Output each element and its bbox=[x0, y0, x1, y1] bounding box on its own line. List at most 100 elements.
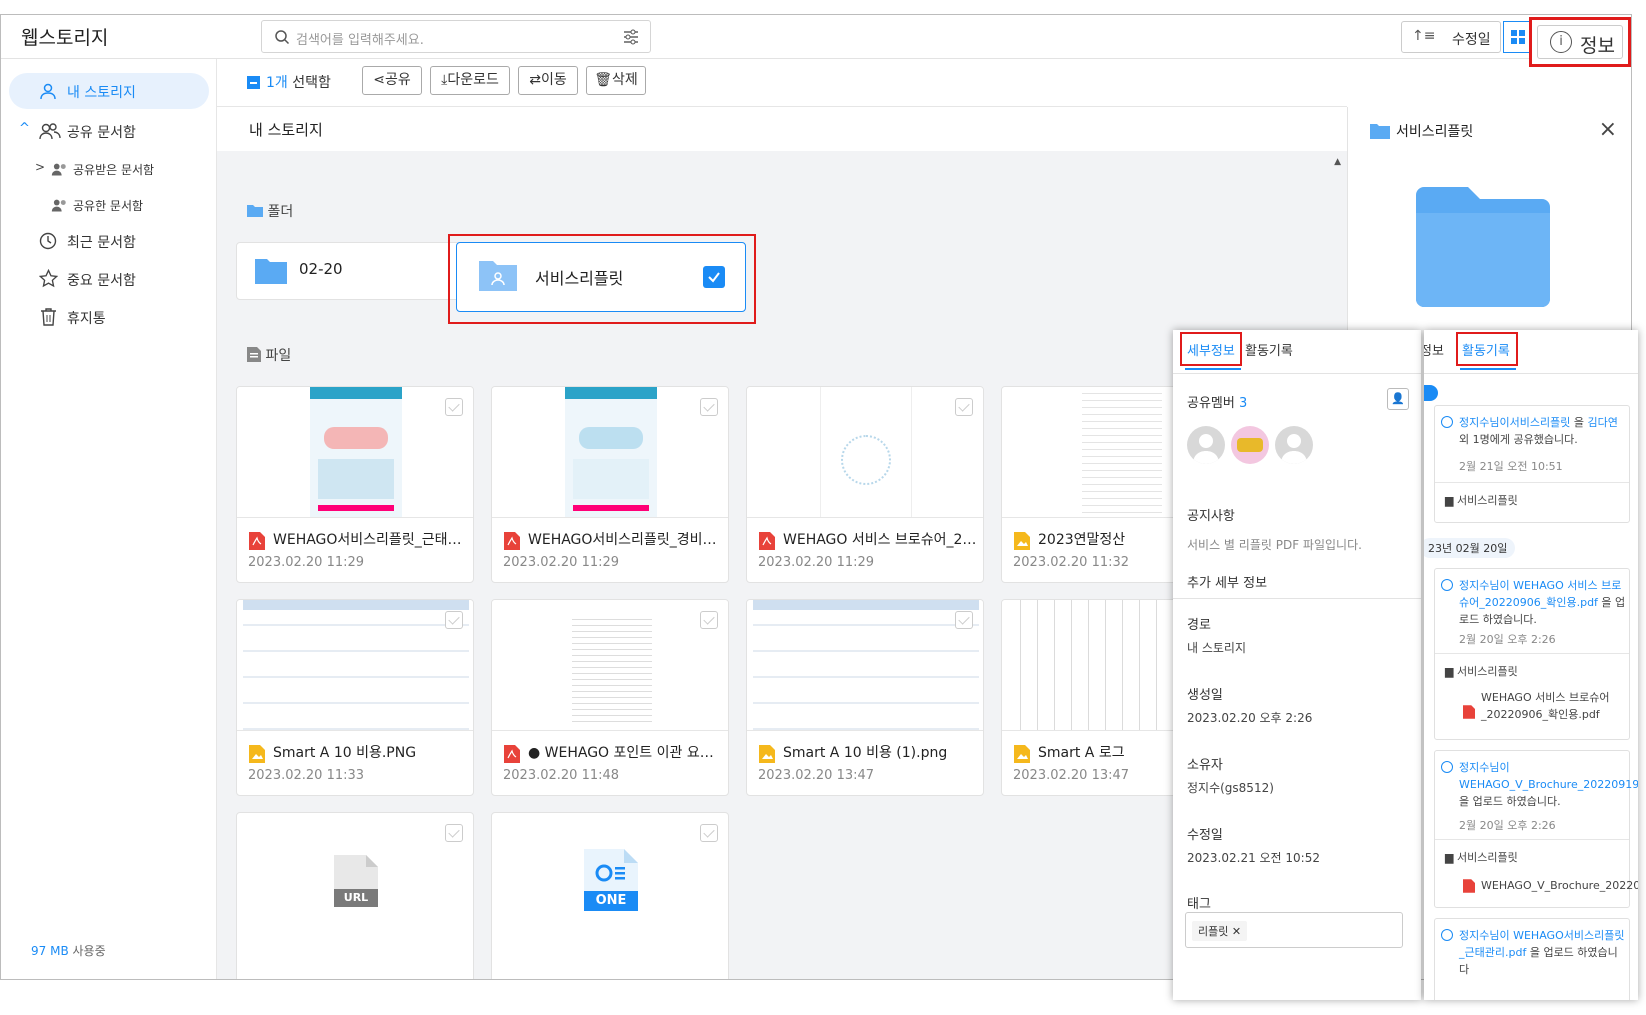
file-name: Smart A 10 비용.PNG bbox=[273, 745, 417, 761]
active-tab-indicator bbox=[1460, 368, 1516, 370]
detail-info-popup: 세부정보 활동기록 공유멤버 3 👤 공지사항 서비스 별 리플릿 PDF 파일… bbox=[1173, 330, 1421, 1000]
activity-text: 정지수님이 WEHAGO_V_Brochure_20220919_2.pdf 을… bbox=[1459, 759, 1638, 810]
tab-activity[interactable]: 활동기록 bbox=[1462, 340, 1510, 359]
activity-user[interactable]: 정지수님이 bbox=[1459, 416, 1510, 429]
tab-detail-partial[interactable]: 정보 bbox=[1424, 340, 1444, 359]
activity-user[interactable]: 정지수님이 bbox=[1459, 929, 1510, 942]
file-card[interactable]: Smart A 10 비용 (1).png 2023.02.20 13:47 bbox=[746, 599, 984, 796]
sidebar-item-sent[interactable]: 공유한 문서함 bbox=[9, 187, 209, 223]
tag-chip: 리플릿 ✕ bbox=[1192, 921, 1248, 941]
file-date: 2023.02.20 11:48 bbox=[503, 768, 620, 783]
activity-folder-name: 서비스리플릿 bbox=[1456, 851, 1518, 864]
file-card[interactable]: ONE bbox=[491, 812, 729, 979]
pdf-icon bbox=[1463, 879, 1475, 893]
app-title: 웹스토리지 bbox=[21, 27, 109, 49]
chevron-up-icon[interactable]: ^ bbox=[19, 121, 30, 136]
file-card[interactable]: ● WEHAGO 포인트 이관 요청... 2023.02.20 11:48 bbox=[491, 599, 729, 796]
tab-activity[interactable]: 활동기록 bbox=[1245, 340, 1293, 359]
file-thumbnail bbox=[492, 600, 728, 731]
sidebar-item-starred[interactable]: 중요 문서함 bbox=[9, 261, 209, 297]
avatar bbox=[1275, 426, 1313, 464]
divider bbox=[1173, 598, 1421, 599]
header: 웹스토리지 검색어를 입력해주세요. ↑≡ 수정일 i 정보 bbox=[1, 15, 1631, 67]
select-all-checkbox[interactable] bbox=[247, 76, 260, 89]
breadcrumb-current: 내 스토리지 bbox=[249, 121, 323, 139]
breadcrumb: 내 스토리지 bbox=[217, 107, 1347, 151]
sort-button[interactable]: ↑≡ 수정일 bbox=[1401, 21, 1501, 53]
file-card[interactable]: WEHAGO서비스리플릿_경비관... 2023.02.20 11:29 bbox=[491, 386, 729, 583]
activity-target[interactable]: 서비스리플릿 bbox=[1510, 416, 1571, 429]
file-checkbox[interactable] bbox=[700, 824, 718, 842]
active-tab-indicator bbox=[1185, 368, 1241, 370]
search-box[interactable]: 검색어를 입력해주세요. bbox=[261, 20, 651, 53]
share-button[interactable]: ⋖공유 bbox=[362, 66, 422, 95]
activity-user[interactable]: 정지수님이 bbox=[1459, 579, 1510, 592]
scroll-up-icon[interactable]: ▲ bbox=[1334, 157, 1341, 167]
folder-card-selected[interactable]: 서비스리플릿 bbox=[456, 242, 746, 312]
tab-detail[interactable]: 세부정보 bbox=[1187, 340, 1235, 359]
tag-input[interactable]: 리플릿 ✕ bbox=[1185, 912, 1403, 948]
activity-entry[interactable]: 정지수님이 WEHAGO 서비스 브로슈어_20220906_확인용.pdf 을… bbox=[1434, 568, 1630, 740]
selection-count[interactable]: 1개 선택함 bbox=[247, 72, 331, 92]
upload-icon bbox=[1441, 579, 1453, 591]
chevron-right-icon[interactable]: > bbox=[35, 160, 45, 174]
pdf-icon bbox=[504, 532, 520, 550]
activity-recipient[interactable]: 김다연 bbox=[1587, 416, 1617, 429]
download-button[interactable]: ⤓다운로드 bbox=[430, 66, 510, 95]
trash-icon: 🗑 bbox=[594, 72, 612, 88]
upload-icon bbox=[1441, 929, 1453, 941]
file-checkbox[interactable] bbox=[700, 611, 718, 629]
activity-entry[interactable]: 정지수님이서비스리플릿 을 김다연 외 1명에게 공유했습니다. 2월 21일 … bbox=[1434, 405, 1630, 523]
popup-tabs: 정보 활동기록 bbox=[1424, 330, 1638, 374]
file-card[interactable]: WEHAGO 서비스 브로슈어_20... 2023.02.20 11:29 bbox=[746, 386, 984, 583]
remove-tag-icon[interactable]: ✕ bbox=[1232, 925, 1241, 938]
activity-log-popup: 정보 활동기록 정지수님이서비스리플릿 을 김다연 외 1명에게 공유했습니다.… bbox=[1424, 330, 1638, 1000]
sidebar-item-label: 최근 문서함 bbox=[67, 235, 136, 251]
activity-entry[interactable]: 정지수님이 WEHAGO_V_Brochure_20220919_2.pdf 을… bbox=[1434, 750, 1638, 908]
path-value: 내 스토리지 bbox=[1187, 641, 1247, 655]
add-member-icon[interactable]: 👤 bbox=[1387, 388, 1409, 410]
sidebar-item-label: 공유받은 문서함 bbox=[73, 163, 155, 177]
users-icon bbox=[39, 123, 61, 140]
sidebar-item-my-storage[interactable]: 내 스토리지 bbox=[9, 73, 209, 109]
sidebar-item-shared[interactable]: ^ 공유 문서함 bbox=[9, 113, 209, 149]
file-section-header: 파일 bbox=[247, 345, 291, 365]
move-button[interactable]: ⇄이동 bbox=[518, 66, 578, 95]
download-label: 다운로드 bbox=[447, 72, 499, 88]
info-button-highlight[interactable]: i 정보 bbox=[1529, 17, 1631, 67]
activity-user[interactable]: 정지수님이 bbox=[1459, 761, 1510, 774]
folder-card[interactable]: 02-20 bbox=[236, 242, 460, 300]
file-card[interactable]: URL bbox=[236, 812, 474, 979]
info-button[interactable]: i 정보 bbox=[1537, 25, 1623, 59]
sidebar-item-trash[interactable]: 휴지통 bbox=[9, 299, 209, 335]
folder-name: 02-20 bbox=[299, 260, 343, 278]
sidebar-item-label: 공유한 문서함 bbox=[73, 199, 144, 213]
file-checkbox[interactable] bbox=[445, 611, 463, 629]
activity-entry[interactable]: 정지수님이 WEHAGO서비스리플릿_근태관리.pdf 을 업로드 하였습니다 bbox=[1434, 918, 1630, 1000]
sidebar-item-received[interactable]: > 공유받은 문서함 bbox=[9, 151, 209, 187]
image-icon bbox=[1014, 532, 1030, 550]
search-placeholder: 검색어를 입력해주세요. bbox=[296, 33, 424, 48]
folder-checkbox-checked[interactable] bbox=[703, 266, 725, 288]
file-name: WEHAGO 서비스 브로슈어_20... bbox=[783, 532, 978, 548]
sidebar-item-recent[interactable]: 최근 문서함 bbox=[9, 223, 209, 259]
file-card[interactable]: Smart A 10 비용.PNG 2023.02.20 11:33 bbox=[236, 599, 474, 796]
file-checkbox[interactable] bbox=[445, 824, 463, 842]
activity-folder: ▆ 서비스리플릿 bbox=[1445, 851, 1518, 864]
sidebar: 내 스토리지 ^ 공유 문서함 > 공유받은 문서함 공유한 문서함 최근 문서… bbox=[1, 59, 217, 979]
activity-mid: 을 bbox=[1573, 416, 1584, 429]
file-thumbnail bbox=[237, 387, 473, 518]
file-checkbox[interactable] bbox=[700, 398, 718, 416]
folder-section-label: 폴더 bbox=[267, 204, 294, 220]
delete-button[interactable]: 🗑삭제 bbox=[586, 66, 646, 95]
search-icon bbox=[275, 30, 290, 45]
filter-icon[interactable] bbox=[622, 28, 640, 46]
storage-usage: 97 MB 사용중 bbox=[31, 942, 106, 959]
file-checkbox[interactable] bbox=[955, 611, 973, 629]
selected-count: 1개 bbox=[266, 75, 288, 91]
file-card[interactable]: WEHAGO서비스리플릿_근태관... 2023.02.20 11:29 bbox=[236, 386, 474, 583]
activity-target[interactable]: WEHAGO_V_Brochure_20220919_2.pdf bbox=[1459, 778, 1638, 791]
close-icon[interactable]: × bbox=[1599, 117, 1617, 142]
file-checkbox[interactable] bbox=[445, 398, 463, 416]
file-checkbox[interactable] bbox=[955, 398, 973, 416]
